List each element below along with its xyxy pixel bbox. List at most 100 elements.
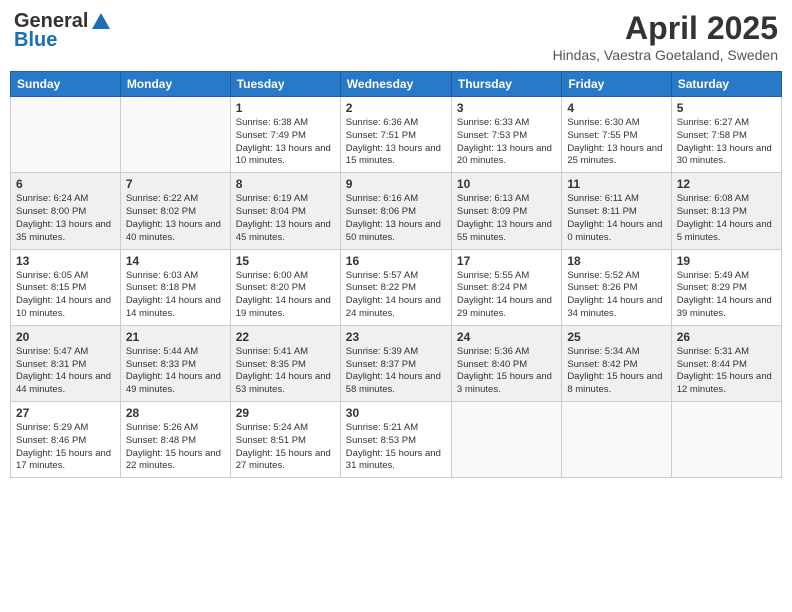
logo: General Blue: [14, 10, 112, 52]
day-info: Sunrise: 5:26 AM Sunset: 8:48 PM Dayligh…: [126, 422, 225, 473]
calendar-week-row: 27Sunrise: 5:29 AM Sunset: 8:46 PM Dayli…: [11, 402, 782, 478]
day-info: Sunrise: 6:13 AM Sunset: 8:09 PM Dayligh…: [457, 193, 556, 244]
day-number: 26: [677, 330, 776, 344]
day-info: Sunrise: 6:03 AM Sunset: 8:18 PM Dayligh…: [126, 270, 225, 321]
calendar-cell: 3 Sunrise: 6:33 AM Sunset: 7:53 PM Daylig…: [451, 97, 561, 173]
day-number: 9: [346, 177, 446, 191]
calendar-cell: 17Sunrise: 5:55 AM Sunset: 8:24 PM Dayli…: [451, 249, 561, 325]
day-number: 20: [16, 330, 115, 344]
calendar-cell: 13 Sunrise: 6:05 AM Sunset: 8:15 PM Dayli…: [11, 249, 121, 325]
day-info: Sunrise: 5:24 AM Sunset: 8:51 PM Dayligh…: [236, 422, 335, 473]
calendar-cell: 1Sunrise: 6:38 AM Sunset: 7:49 PM Daylig…: [230, 97, 340, 173]
calendar-cell: 23 Sunrise: 5:39 AM Sunset: 8:37 PM Dayli…: [340, 325, 451, 401]
calendar-location: Hindas, Vaestra Goetaland, Sweden: [553, 47, 778, 63]
weekday-header-row: Sunday Monday Tuesday Wednesday Thursday…: [11, 72, 782, 97]
day-number: 10: [457, 177, 556, 191]
calendar-title: April 2025: [553, 10, 778, 47]
day-info: Sunrise: 6:24 AM Sunset: 8:00 PM Dayligh…: [16, 193, 115, 244]
day-info: Sunrise: 6:19 AM Sunset: 8:04 PM Dayligh…: [236, 193, 335, 244]
day-number: 2: [346, 101, 446, 115]
day-info: Sunrise: 6:27 AM Sunset: 7:58 PM Dayligh…: [677, 117, 776, 168]
day-info: Sunrise: 5:55 AM Sunset: 8:24 PM Dayligh…: [457, 270, 556, 321]
calendar-cell: 28 Sunrise: 5:26 AM Sunset: 8:48 PM Dayli…: [120, 402, 230, 478]
day-number: 12: [677, 177, 776, 191]
calendar-week-row: 1Sunrise: 6:38 AM Sunset: 7:49 PM Daylig…: [11, 97, 782, 173]
calendar-week-row: 13 Sunrise: 6:05 AM Sunset: 8:15 PM Dayli…: [11, 249, 782, 325]
calendar-cell: 8 Sunrise: 6:19 AM Sunset: 8:04 PM Daylig…: [230, 173, 340, 249]
calendar-cell: 29 Sunrise: 5:24 AM Sunset: 8:51 PM Dayli…: [230, 402, 340, 478]
calendar-cell: 20 Sunrise: 5:47 AM Sunset: 8:31 PM Dayli…: [11, 325, 121, 401]
day-number: 14: [126, 254, 225, 268]
day-info: Sunrise: 6:33 AM Sunset: 7:53 PM Dayligh…: [457, 117, 556, 168]
day-info: Sunrise: 5:34 AM Sunset: 8:42 PM Dayligh…: [567, 346, 665, 397]
calendar-week-row: 6Sunrise: 6:24 AM Sunset: 8:00 PM Daylig…: [11, 173, 782, 249]
day-number: 19: [677, 254, 776, 268]
logo-blue-text: Blue: [14, 29, 57, 52]
calendar-cell: [562, 402, 671, 478]
calendar-cell: 15 Sunrise: 6:00 AM Sunset: 8:20 PM Dayli…: [230, 249, 340, 325]
calendar-cell: 5Sunrise: 6:27 AM Sunset: 7:58 PM Daylig…: [671, 97, 781, 173]
calendar-cell: 2Sunrise: 6:36 AM Sunset: 7:51 PM Daylig…: [340, 97, 451, 173]
header-saturday: Saturday: [671, 72, 781, 97]
day-number: 24: [457, 330, 556, 344]
calendar-cell: 19 Sunrise: 5:49 AM Sunset: 8:29 PM Dayli…: [671, 249, 781, 325]
day-info: Sunrise: 5:57 AM Sunset: 8:22 PM Dayligh…: [346, 270, 446, 321]
day-info: Sunrise: 5:41 AM Sunset: 8:35 PM Dayligh…: [236, 346, 335, 397]
calendar-cell: [11, 97, 121, 173]
calendar-week-row: 20 Sunrise: 5:47 AM Sunset: 8:31 PM Dayli…: [11, 325, 782, 401]
day-info: Sunrise: 6:22 AM Sunset: 8:02 PM Dayligh…: [126, 193, 225, 244]
calendar-cell: 4Sunrise: 6:30 AM Sunset: 7:55 PM Daylig…: [562, 97, 671, 173]
page-header: General Blue April 2025 Hindas, Vaestra …: [10, 10, 782, 63]
day-info: Sunrise: 5:47 AM Sunset: 8:31 PM Dayligh…: [16, 346, 115, 397]
calendar-cell: 12 Sunrise: 6:08 AM Sunset: 8:13 PM Dayli…: [671, 173, 781, 249]
calendar-cell: 25Sunrise: 5:34 AM Sunset: 8:42 PM Dayli…: [562, 325, 671, 401]
day-info: Sunrise: 5:29 AM Sunset: 8:46 PM Dayligh…: [16, 422, 115, 473]
day-number: 11: [567, 177, 665, 191]
day-info: Sunrise: 5:39 AM Sunset: 8:37 PM Dayligh…: [346, 346, 446, 397]
day-info: Sunrise: 6:08 AM Sunset: 8:13 PM Dayligh…: [677, 193, 776, 244]
day-number: 7: [126, 177, 225, 191]
day-number: 15: [236, 254, 335, 268]
header-sunday: Sunday: [11, 72, 121, 97]
day-info: Sunrise: 5:49 AM Sunset: 8:29 PM Dayligh…: [677, 270, 776, 321]
header-monday: Monday: [120, 72, 230, 97]
calendar-cell: 22 Sunrise: 5:41 AM Sunset: 8:35 PM Dayli…: [230, 325, 340, 401]
day-number: 22: [236, 330, 335, 344]
calendar-cell: 14 Sunrise: 6:03 AM Sunset: 8:18 PM Dayli…: [120, 249, 230, 325]
calendar-cell: 21 Sunrise: 5:44 AM Sunset: 8:33 PM Dayli…: [120, 325, 230, 401]
calendar-cell: 27Sunrise: 5:29 AM Sunset: 8:46 PM Dayli…: [11, 402, 121, 478]
calendar-cell: [451, 402, 561, 478]
day-number: 3: [457, 101, 556, 115]
calendar-cell: 6Sunrise: 6:24 AM Sunset: 8:00 PM Daylig…: [11, 173, 121, 249]
calendar-cell: 11 Sunrise: 6:11 AM Sunset: 8:11 PM Dayli…: [562, 173, 671, 249]
calendar-cell: 9Sunrise: 6:16 AM Sunset: 8:06 PM Daylig…: [340, 173, 451, 249]
day-info: Sunrise: 5:36 AM Sunset: 8:40 PM Dayligh…: [457, 346, 556, 397]
day-info: Sunrise: 6:30 AM Sunset: 7:55 PM Dayligh…: [567, 117, 665, 168]
day-number: 29: [236, 406, 335, 420]
day-number: 1: [236, 101, 335, 115]
day-info: Sunrise: 6:11 AM Sunset: 8:11 PM Dayligh…: [567, 193, 665, 244]
calendar-cell: 26 Sunrise: 5:31 AM Sunset: 8:44 PM Dayli…: [671, 325, 781, 401]
calendar-cell: 7 Sunrise: 6:22 AM Sunset: 8:02 PM Daylig…: [120, 173, 230, 249]
calendar-cell: [120, 97, 230, 173]
calendar-table: Sunday Monday Tuesday Wednesday Thursday…: [10, 71, 782, 478]
calendar-cell: 10 Sunrise: 6:13 AM Sunset: 8:09 PM Dayli…: [451, 173, 561, 249]
day-info: Sunrise: 6:00 AM Sunset: 8:20 PM Dayligh…: [236, 270, 335, 321]
header-thursday: Thursday: [451, 72, 561, 97]
day-info: Sunrise: 5:44 AM Sunset: 8:33 PM Dayligh…: [126, 346, 225, 397]
day-info: Sunrise: 5:21 AM Sunset: 8:53 PM Dayligh…: [346, 422, 446, 473]
calendar-cell: 16 Sunrise: 5:57 AM Sunset: 8:22 PM Dayli…: [340, 249, 451, 325]
calendar-cell: 24 Sunrise: 5:36 AM Sunset: 8:40 PM Dayli…: [451, 325, 561, 401]
day-info: Sunrise: 6:05 AM Sunset: 8:15 PM Dayligh…: [16, 270, 115, 321]
day-info: Sunrise: 5:31 AM Sunset: 8:44 PM Dayligh…: [677, 346, 776, 397]
day-number: 23: [346, 330, 446, 344]
day-number: 16: [346, 254, 446, 268]
logo-icon: [90, 11, 112, 33]
calendar-cell: 30 Sunrise: 5:21 AM Sunset: 8:53 PM Dayli…: [340, 402, 451, 478]
day-number: 21: [126, 330, 225, 344]
day-info: Sunrise: 5:52 AM Sunset: 8:26 PM Dayligh…: [567, 270, 665, 321]
day-number: 30: [346, 406, 446, 420]
day-number: 8: [236, 177, 335, 191]
day-number: 13: [16, 254, 115, 268]
day-number: 28: [126, 406, 225, 420]
